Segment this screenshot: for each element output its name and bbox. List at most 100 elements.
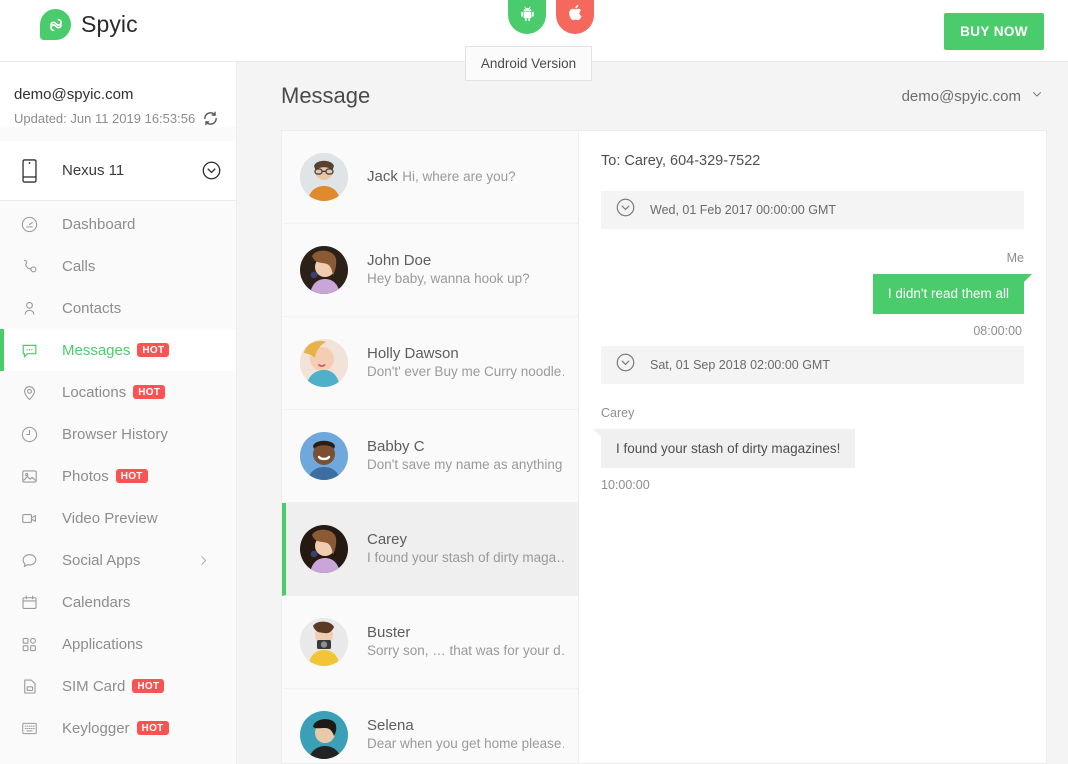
sidebar-item-label: Browser History — [62, 425, 168, 443]
device-selector[interactable]: Nexus 11 — [0, 141, 236, 201]
message-time: 08:00:00 — [973, 323, 1022, 338]
message-sender: Carey — [601, 405, 635, 420]
avatar — [300, 432, 348, 480]
avatar — [300, 246, 348, 294]
sidebar-item-label: Keylogger HOT — [62, 720, 169, 737]
hot-badge: HOT — [132, 678, 165, 693]
list-item-text: Babby C Don't save my name as anything… — [367, 438, 564, 474]
video-camera-icon — [14, 509, 44, 528]
list-item[interactable]: Babby C Don't save my name as anything… — [282, 410, 578, 503]
avatar — [300, 525, 348, 573]
main-header: Message demo@spyic.com — [237, 62, 1068, 130]
avatar — [300, 339, 348, 387]
apple-icon — [567, 3, 584, 27]
message-preview: Don't' ever Buy me Curry noodle… — [367, 364, 564, 379]
conversation-recipient: To: Carey, 604-329-7522 — [601, 153, 761, 169]
message-preview: I found your stash of dirty maga… — [367, 550, 564, 565]
sidebar-item-locations[interactable]: Locations HOT — [0, 371, 236, 413]
user-email: demo@spyic.com — [901, 87, 1021, 105]
location-pin-icon — [14, 383, 44, 402]
contact-name: Holly Dawson — [367, 345, 459, 362]
account-email: demo@spyic.com — [14, 86, 134, 103]
page-title: Message — [281, 83, 371, 108]
message-preview: Sorry son, … that was for your d… — [367, 643, 564, 658]
list-item[interactable]: Buster Sorry son, … that was for your d… — [282, 596, 578, 689]
chat-bubble-icon — [14, 551, 44, 570]
chevron-right-icon[interactable] — [197, 554, 210, 567]
account-summary: demo@spyic.com Updated: Jun 11 2019 16:5… — [0, 62, 236, 127]
contact-name: Jack — [367, 168, 398, 185]
sidebar-item-social-apps[interactable]: Social Apps — [0, 539, 236, 581]
list-item[interactable]: Carey I found your stash of dirty maga… — [282, 503, 578, 596]
android-icon — [519, 5, 536, 27]
sidebar-item-label: Calls — [62, 257, 96, 275]
hot-badge: HOT — [137, 342, 170, 357]
sidebar-item-label: Dashboard — [62, 215, 136, 233]
photo-icon — [14, 467, 44, 486]
sidebar-item-calendars[interactable]: Calendars — [0, 581, 236, 623]
sidebar-item-photos[interactable]: Photos HOT — [0, 455, 236, 497]
android-version-tooltip: Android Version — [465, 46, 592, 81]
message-block-incoming: Carey I found your stash of dirty magazi… — [592, 384, 1024, 501]
date-text: Wed, 01 Feb 2017 00:00:00 GMT — [650, 203, 836, 217]
list-item-text: Jack Hi, where are you? — [367, 168, 516, 186]
phone-call-icon — [14, 257, 44, 276]
date-text: Sat, 01 Sep 2018 02:00:00 GMT — [650, 357, 830, 372]
sidebar-item-browser-history[interactable]: Browser History — [0, 413, 236, 455]
message-bubble: I found your stash of dirty magazines! — [592, 428, 856, 469]
refresh-icon[interactable] — [202, 110, 219, 127]
list-item-text: John Doe Hey baby, wanna hook up? — [367, 252, 564, 288]
sidebar-item-label: Calendars — [62, 593, 131, 611]
chevron-down-circle-icon — [615, 352, 636, 378]
sidebar-item-label: Video Preview — [62, 509, 158, 527]
sidebar-item-label: Contacts — [62, 299, 122, 317]
sidebar-item-dashboard[interactable]: Dashboard — [0, 203, 236, 245]
message-preview: Dear when you get home please… — [367, 736, 564, 751]
message-preview: Hi, where are you? — [402, 169, 516, 184]
buy-now-button[interactable]: BUY NOW — [944, 13, 1044, 50]
apple-version-tab[interactable] — [556, 0, 594, 34]
message-preview: Don't save my name as anything… — [367, 457, 564, 472]
main-content: Message demo@spyic.com Jack Hi, where ar… — [237, 62, 1068, 764]
sidebar-item-keylogger[interactable]: Keylogger HOT — [0, 707, 236, 749]
list-item[interactable]: Holly Dawson Don't' ever Buy me Curry no… — [282, 317, 578, 410]
sim-card-icon — [14, 677, 44, 696]
user-menu[interactable]: demo@spyic.com — [902, 87, 1044, 106]
message-block-outgoing: Me I didn't read them all 08:00:00 — [601, 229, 1033, 346]
avatar — [300, 618, 348, 666]
contact-name: Carey — [367, 531, 408, 548]
sidebar-item-calls[interactable]: Calls — [0, 245, 236, 287]
list-item[interactable]: Jack Hi, where are you? — [282, 131, 578, 224]
sidebar-item-label: Social Apps — [62, 551, 141, 569]
apps-grid-icon — [14, 635, 44, 654]
sidebar-nav: Dashboard Calls Contacts Messages HOT Lo… — [0, 201, 236, 749]
android-version-tab[interactable] — [508, 0, 546, 34]
date-separator[interactable]: Wed, 01 Feb 2017 00:00:00 GMT — [601, 191, 1024, 229]
date-separator[interactable]: Sat, 01 Sep 2018 02:00:00 GMT — [601, 345, 1024, 384]
list-item[interactable]: Selena Dear when you get home please… — [282, 689, 578, 763]
list-item[interactable]: John Doe Hey baby, wanna hook up? — [282, 224, 578, 317]
hot-badge: HOT — [136, 720, 169, 735]
hot-badge: HOT — [115, 468, 148, 483]
message-icon — [14, 341, 44, 360]
message-sender: Me — [1006, 251, 1024, 265]
device-name: Nexus 11 — [62, 162, 125, 179]
brand-logo-area[interactable]: Spyic — [40, 9, 138, 40]
contact-name: Buster — [367, 624, 411, 641]
clock-icon — [14, 425, 44, 444]
sidebar-item-applications[interactable]: Applications — [0, 623, 236, 665]
updated-label: Updated: Jun 11 2019 16:53:56 — [14, 111, 196, 126]
conversation-list[interactable]: Jack Hi, where are you? John Doe Hey bab… — [282, 131, 579, 763]
sidebar-item-sim-card[interactable]: SIM Card HOT — [0, 665, 236, 707]
list-item-text: Selena Dear when you get home please… — [367, 717, 564, 753]
contact-name: Selena — [367, 717, 414, 734]
sidebar-item-label: SIM Card HOT — [62, 678, 165, 695]
sidebar-item-contacts[interactable]: Contacts — [0, 287, 236, 329]
chevron-down-circle-icon[interactable] — [201, 160, 222, 181]
messages-panel: Jack Hi, where are you? John Doe Hey bab… — [281, 130, 1047, 764]
hot-badge: HOT — [133, 384, 166, 399]
infinity-logo-icon — [40, 9, 71, 40]
sidebar-item-label: Applications — [62, 635, 143, 653]
sidebar-item-messages[interactable]: Messages HOT — [0, 329, 236, 371]
sidebar-item-video-preview[interactable]: Video Preview — [0, 497, 236, 539]
